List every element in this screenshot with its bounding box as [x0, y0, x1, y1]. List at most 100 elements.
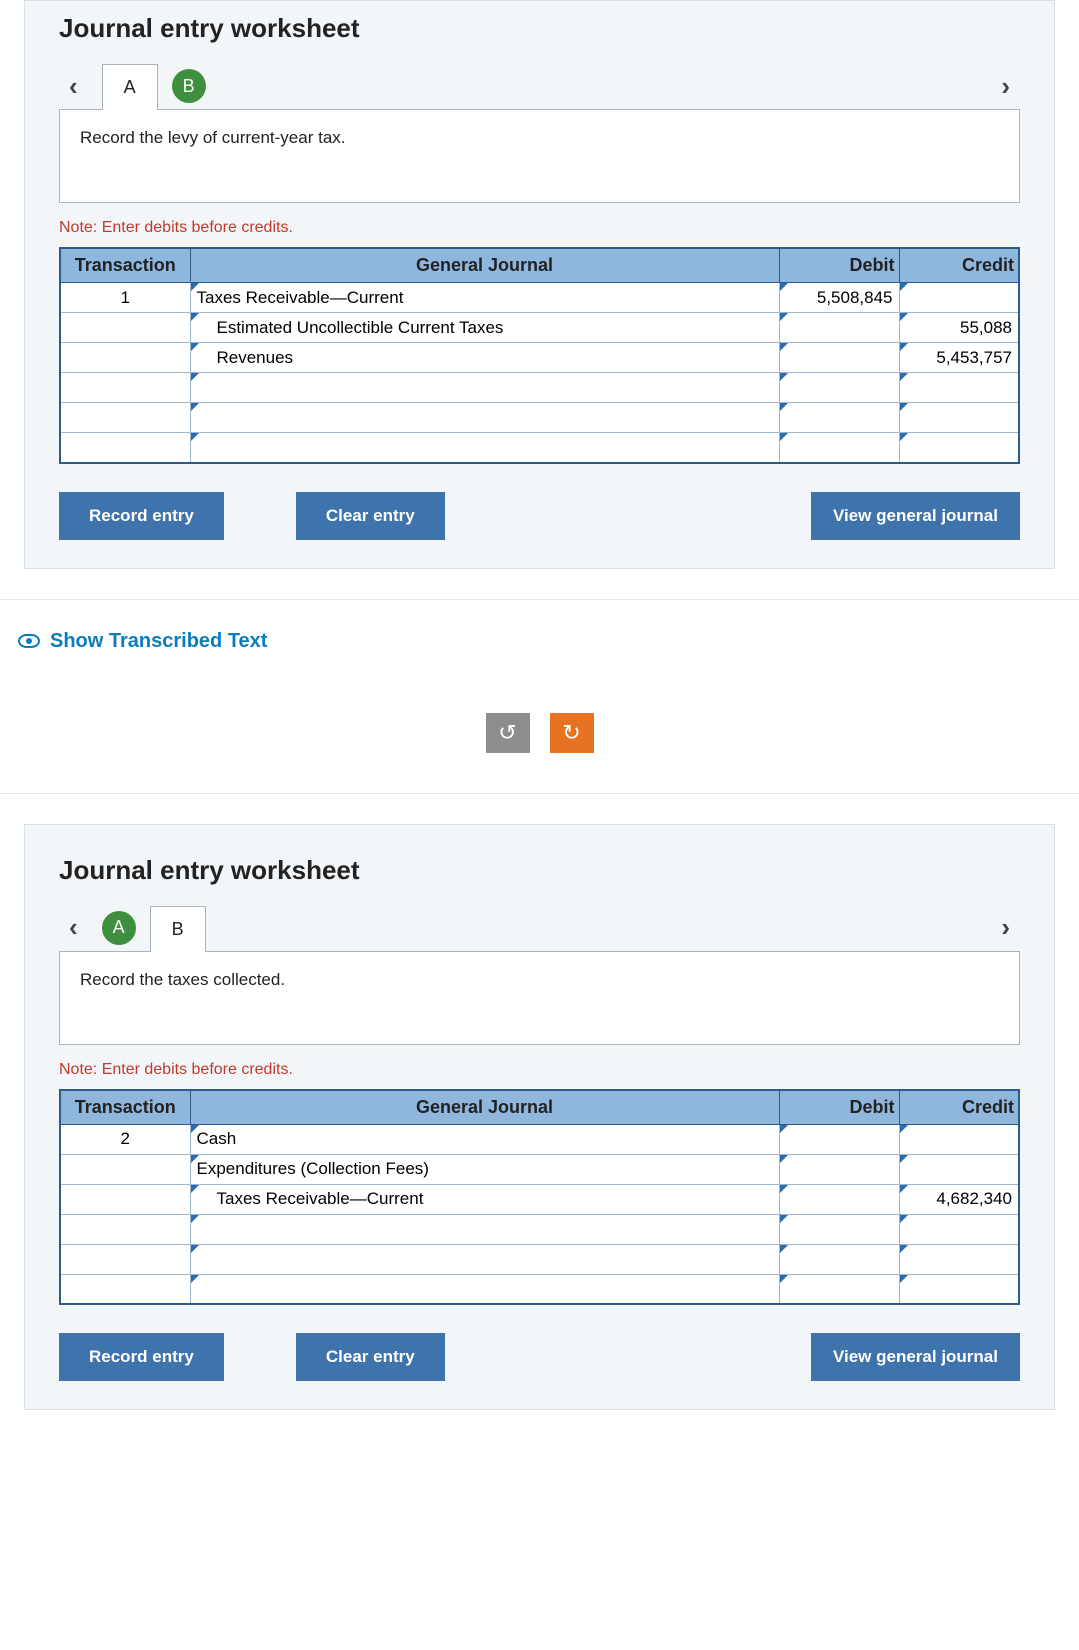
table-row	[60, 1244, 1019, 1274]
eye-icon	[18, 634, 40, 648]
cell-debit[interactable]	[779, 1184, 899, 1214]
header-debit: Debit	[779, 1090, 899, 1125]
show-transcribed-label: Show Transcribed Text	[50, 630, 267, 653]
header-general-journal: General Journal	[190, 1090, 779, 1125]
worksheet-title: Journal entry worksheet	[59, 13, 1020, 44]
show-transcribed-text-link[interactable]: Show Transcribed Text	[18, 630, 1079, 653]
cell-transaction[interactable]	[60, 373, 190, 403]
cell-debit[interactable]	[779, 1244, 899, 1274]
view-general-journal-button[interactable]: View general journal	[811, 492, 1020, 540]
tab-b[interactable]: B	[172, 69, 206, 103]
chevron-right-icon[interactable]: ›	[991, 71, 1020, 102]
cell-account[interactable]: Revenues	[190, 343, 779, 373]
chevron-left-icon[interactable]: ‹	[59, 71, 88, 102]
tab-row: ‹ A B ›	[59, 904, 1020, 952]
cell-credit[interactable]	[899, 1154, 1019, 1184]
cell-credit[interactable]	[899, 1124, 1019, 1154]
worksheet-title: Journal entry worksheet	[59, 855, 1020, 886]
note-text: Note: Enter debits before credits.	[59, 1061, 1020, 1079]
table-row: Taxes Receivable—Current 4,682,340	[60, 1184, 1019, 1214]
cell-transaction[interactable]	[60, 343, 190, 373]
cell-debit[interactable]	[779, 433, 899, 463]
cell-credit[interactable]: 4,682,340	[899, 1184, 1019, 1214]
note-text: Note: Enter debits before credits.	[59, 219, 1020, 237]
table-row: 2 Cash	[60, 1124, 1019, 1154]
cell-transaction[interactable]	[60, 1214, 190, 1244]
rotate-left-icon[interactable]: ↺	[486, 713, 530, 753]
cell-transaction[interactable]	[60, 433, 190, 463]
view-general-journal-button[interactable]: View general journal	[811, 1333, 1020, 1381]
cell-debit[interactable]	[779, 1274, 899, 1304]
divider	[0, 599, 1079, 600]
cell-debit[interactable]	[779, 313, 899, 343]
table-row	[60, 433, 1019, 463]
journal-table: Transaction General Journal Debit Credit…	[59, 247, 1020, 464]
cell-account[interactable]: Taxes Receivable—Current	[190, 283, 779, 313]
cell-debit[interactable]	[779, 343, 899, 373]
header-credit: Credit	[899, 248, 1019, 283]
cell-account[interactable]	[190, 1214, 779, 1244]
table-row: 1 Taxes Receivable—Current 5,508,845	[60, 283, 1019, 313]
cell-debit[interactable]	[779, 1214, 899, 1244]
cell-account[interactable]	[190, 403, 779, 433]
cell-debit[interactable]	[779, 403, 899, 433]
cell-account[interactable]: Cash	[190, 1124, 779, 1154]
cell-credit[interactable]	[899, 1214, 1019, 1244]
cell-account[interactable]: Expenditures (Collection Fees)	[190, 1154, 779, 1184]
cell-credit[interactable]	[899, 1244, 1019, 1274]
cell-transaction[interactable]	[60, 313, 190, 343]
tab-a[interactable]: A	[102, 911, 136, 945]
cell-transaction[interactable]	[60, 1244, 190, 1274]
chevron-right-icon[interactable]: ›	[991, 912, 1020, 943]
tab-b[interactable]: B	[150, 906, 206, 952]
cell-credit[interactable]	[899, 1274, 1019, 1304]
header-credit: Credit	[899, 1090, 1019, 1125]
cell-debit[interactable]: 5,508,845	[779, 283, 899, 313]
cell-account[interactable]: Taxes Receivable—Current	[190, 1184, 779, 1214]
table-row	[60, 1274, 1019, 1304]
worksheet-panel-a: Journal entry worksheet ‹ A B › Record t…	[24, 0, 1055, 569]
table-row	[60, 1214, 1019, 1244]
cell-transaction[interactable]	[60, 1154, 190, 1184]
clear-entry-button[interactable]: Clear entry	[296, 492, 445, 540]
cell-debit[interactable]	[779, 1124, 899, 1154]
clear-entry-button[interactable]: Clear entry	[296, 1333, 445, 1381]
cell-debit[interactable]	[779, 1154, 899, 1184]
record-entry-button[interactable]: Record entry	[59, 492, 224, 540]
instruction-box: Record the taxes collected.	[59, 951, 1020, 1045]
cell-credit[interactable]	[899, 403, 1019, 433]
cell-credit[interactable]	[899, 373, 1019, 403]
cell-credit[interactable]: 55,088	[899, 313, 1019, 343]
button-row: Record entry Clear entry View general jo…	[59, 1333, 1020, 1381]
header-debit: Debit	[779, 248, 899, 283]
instruction-box: Record the levy of current-year tax.	[59, 109, 1020, 203]
table-row	[60, 373, 1019, 403]
cell-account[interactable]	[190, 1244, 779, 1274]
worksheet-panel-b: Journal entry worksheet ‹ A B › Record t…	[24, 824, 1055, 1411]
table-row: Estimated Uncollectible Current Taxes 55…	[60, 313, 1019, 343]
cell-transaction[interactable]	[60, 1274, 190, 1304]
cell-credit[interactable]	[899, 433, 1019, 463]
header-transaction: Transaction	[60, 248, 190, 283]
button-row: Record entry Clear entry View general jo…	[59, 492, 1020, 540]
cell-transaction[interactable]	[60, 1184, 190, 1214]
rotate-right-icon[interactable]: ↻	[550, 713, 594, 753]
table-row	[60, 403, 1019, 433]
chevron-left-icon[interactable]: ‹	[59, 912, 88, 943]
cell-account[interactable]	[190, 433, 779, 463]
cell-credit[interactable]	[899, 283, 1019, 313]
tab-a[interactable]: A	[102, 64, 158, 110]
cell-transaction[interactable]	[60, 403, 190, 433]
record-entry-button[interactable]: Record entry	[59, 1333, 224, 1381]
header-general-journal: General Journal	[190, 248, 779, 283]
divider	[0, 793, 1079, 794]
cell-account[interactable]: Estimated Uncollectible Current Taxes	[190, 313, 779, 343]
cell-account[interactable]	[190, 1274, 779, 1304]
reload-buttons: ↺ ↻	[0, 713, 1079, 753]
cell-debit[interactable]	[779, 373, 899, 403]
table-row: Expenditures (Collection Fees)	[60, 1154, 1019, 1184]
cell-credit[interactable]: 5,453,757	[899, 343, 1019, 373]
cell-transaction[interactable]: 2	[60, 1124, 190, 1154]
cell-account[interactable]	[190, 373, 779, 403]
cell-transaction[interactable]: 1	[60, 283, 190, 313]
